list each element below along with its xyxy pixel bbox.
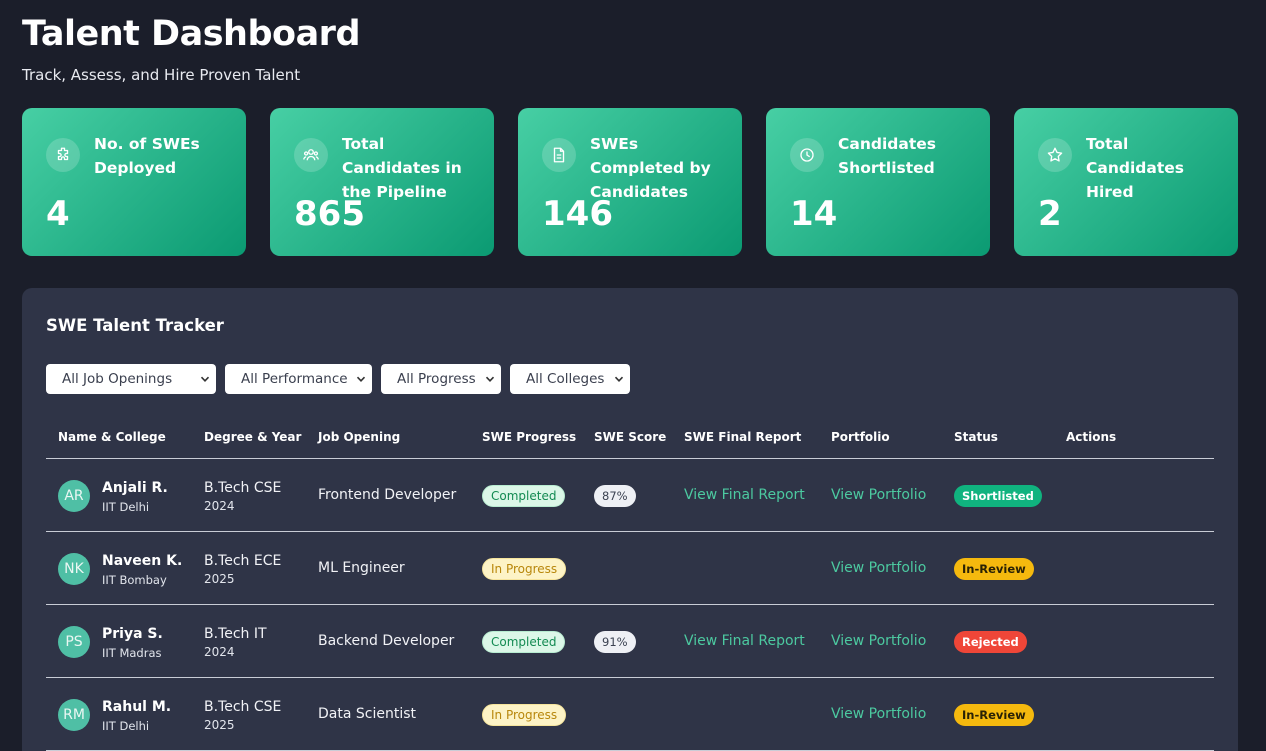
job-opening: ML Engineer: [318, 560, 405, 576]
talent-tracker-panel: SWE Talent Tracker All Job Openings All …: [22, 288, 1238, 751]
tracker-title: SWE Talent Tracker: [46, 316, 224, 335]
candidate-degree: B.Tech IT: [204, 626, 267, 642]
view-portfolio-link[interactable]: View Portfolio: [831, 560, 926, 576]
stat-value: 146: [542, 194, 613, 234]
puzzle-icon: [46, 138, 80, 172]
column-header: Actions: [1066, 430, 1117, 444]
status-badge: Rejected: [954, 631, 1027, 653]
column-header: SWE Progress: [482, 430, 577, 444]
candidate-year: 2025: [204, 718, 235, 732]
star-icon: [1038, 138, 1072, 172]
candidate-degree: B.Tech CSE: [204, 699, 282, 715]
score-badge: 91%: [594, 631, 636, 653]
candidate-name: Naveen K.: [102, 553, 183, 569]
stat-card-candidates-pipeline: Total Candidates in the Pipeline 865: [270, 108, 494, 256]
candidate-college: IIT Madras: [102, 646, 162, 660]
avatar: PS: [58, 626, 90, 658]
candidate-year: 2025: [204, 572, 235, 586]
view-portfolio-link[interactable]: View Portfolio: [831, 706, 926, 722]
progress-badge: In Progress: [482, 558, 567, 580]
job-opening: Backend Developer: [318, 633, 455, 649]
candidate-name: Rahul M.: [102, 699, 172, 715]
column-header: Portfolio: [831, 430, 890, 444]
column-header: Status: [954, 430, 998, 444]
chevron-down-icon: [356, 376, 366, 382]
score-badge: 87%: [594, 485, 636, 507]
page-subtitle: Track, Assess, and Hire Proven Talent: [22, 66, 301, 84]
chevron-down-icon: [614, 376, 624, 382]
progress-filter[interactable]: All Progress: [381, 364, 501, 394]
page-title: Talent Dashboard: [22, 14, 361, 54]
candidate-degree: B.Tech CSE: [204, 480, 282, 496]
clock-icon: [790, 138, 824, 172]
column-header: Degree & Year: [204, 430, 302, 444]
stat-value: 14: [790, 194, 838, 234]
status-badge: In-Review: [954, 704, 1034, 726]
filter-value: All Colleges: [526, 371, 605, 387]
candidate-degree: B.Tech ECE: [204, 553, 282, 569]
chevron-down-icon: [485, 376, 495, 382]
stat-value: 2: [1038, 194, 1062, 234]
column-header: Name & College: [58, 430, 166, 444]
progress-badge: Completed: [482, 485, 566, 507]
avatar: RM: [58, 699, 90, 731]
view-portfolio-link[interactable]: View Portfolio: [831, 487, 926, 503]
stat-card-shortlisted: Candidates Shortlisted 14: [766, 108, 990, 256]
stat-card-swes-deployed: No. of SWEs Deployed 4: [22, 108, 246, 256]
candidate-college: IIT Delhi: [102, 719, 150, 733]
table-row: AR Anjali R. IIT Delhi B.Tech CSE 2024 F…: [46, 459, 1214, 532]
candidate-name: Priya S.: [102, 626, 163, 642]
stat-value: 865: [294, 194, 365, 234]
progress-badge: Completed: [482, 631, 566, 653]
candidate-year: 2024: [204, 499, 235, 513]
job-opening: Frontend Developer: [318, 487, 457, 503]
table-header: Name & College Degree & Year Job Opening…: [46, 422, 1214, 459]
job-openings-filter[interactable]: All Job Openings: [46, 364, 216, 394]
filter-value: All Progress: [397, 371, 476, 387]
candidate-college: IIT Bombay: [102, 573, 167, 587]
document-icon: [542, 138, 576, 172]
stat-value: 4: [46, 194, 70, 234]
status-badge: In-Review: [954, 558, 1034, 580]
candidate-year: 2024: [204, 645, 235, 659]
view-portfolio-link[interactable]: View Portfolio: [831, 633, 926, 649]
view-final-report-link[interactable]: View Final Report: [684, 487, 805, 503]
stats-row: No. of SWEs Deployed 4 Total Candidates …: [22, 108, 1238, 256]
filter-bar: All Job Openings All Performance All Pro…: [46, 364, 630, 394]
table-row: PS Priya S. IIT Madras B.Tech IT 2024 Ba…: [46, 605, 1214, 678]
column-header: SWE Final Report: [684, 430, 802, 444]
candidates-table: Name & College Degree & Year Job Opening…: [46, 422, 1214, 751]
stat-label: No. of SWEs Deployed: [94, 135, 200, 177]
job-opening: Data Scientist: [318, 706, 416, 722]
performance-filter[interactable]: All Performance: [225, 364, 372, 394]
stat-card-hired: Total Candidates Hired 2: [1014, 108, 1238, 256]
column-header: Job Opening: [318, 430, 401, 444]
stat-label: Total Candidates Hired: [1086, 135, 1184, 201]
avatar: AR: [58, 480, 90, 512]
candidate-college: IIT Delhi: [102, 500, 150, 514]
view-final-report-link[interactable]: View Final Report: [684, 633, 805, 649]
progress-badge: In Progress: [482, 704, 567, 726]
chevron-down-icon: [200, 376, 210, 382]
avatar: NK: [58, 553, 90, 585]
filter-value: All Performance: [241, 371, 348, 387]
stat-card-swes-completed: SWEs Completed by Candidates 146: [518, 108, 742, 256]
dashboard-page: Talent Dashboard Track, Assess, and Hire…: [0, 0, 1266, 751]
table-row: RM Rahul M. IIT Delhi B.Tech CSE 2025 Da…: [46, 678, 1214, 751]
status-badge: Shortlisted: [954, 485, 1042, 507]
stat-label: Candidates Shortlisted: [838, 135, 936, 177]
users-icon: [294, 138, 328, 172]
candidate-name: Anjali R.: [102, 480, 168, 496]
column-header: SWE Score: [594, 430, 667, 444]
colleges-filter[interactable]: All Colleges: [510, 364, 630, 394]
filter-value: All Job Openings: [62, 371, 173, 387]
table-row: NK Naveen K. IIT Bombay B.Tech ECE 2025 …: [46, 532, 1214, 605]
